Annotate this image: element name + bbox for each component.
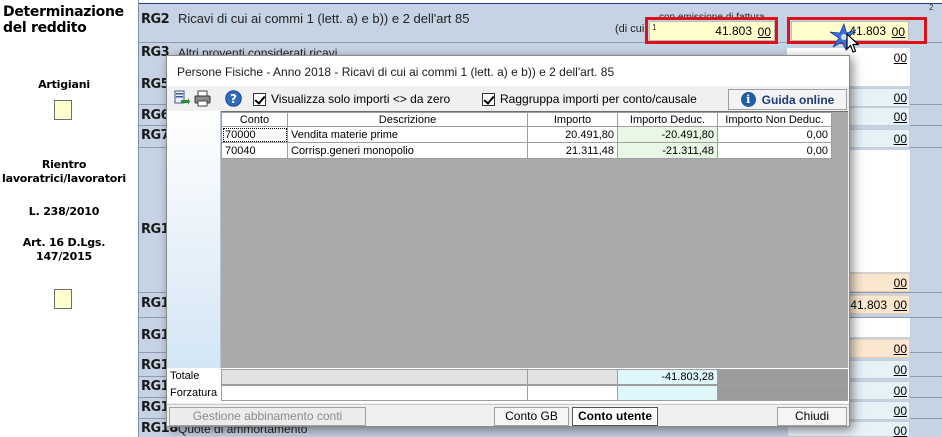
col-descrizione-header[interactable]: Descrizione [287, 112, 528, 127]
cell-importo-non-deduc[interactable]: 0,00 [717, 126, 832, 143]
checkbox-importi-wrap[interactable]: Visualizza solo importi <> da zero [253, 92, 450, 106]
totale-importo [527, 369, 618, 385]
forzatura-non-deduc [717, 385, 848, 401]
table-header-row: Conto Descrizione Importo Importo Deduc.… [221, 112, 832, 127]
conto-gb-button[interactable]: Conto GB [494, 407, 569, 426]
top-strip [139, 0, 942, 4]
rg18-decimals: 00 [893, 424, 907, 437]
art-line-1: Art. 16 D.Lgs. [22, 236, 106, 249]
section-title-line-2: del reddito [3, 20, 87, 36]
art-label: Art. 16 D.Lgs. 147/2015 [0, 236, 128, 264]
rg2-code: RG2 [141, 12, 170, 27]
cell-conto[interactable]: 70000 [221, 126, 288, 143]
left-panel: Determinazione del reddito Artigiani Rie… [0, 0, 138, 437]
rg7-code: RG7 [141, 128, 170, 143]
rientro-label: Rientro lavoratrici/lavoratori [0, 158, 128, 186]
totale-spacer [221, 369, 528, 385]
col-conto-header[interactable]: Conto [221, 112, 288, 127]
rg13-decimals: 00 [893, 342, 907, 356]
accounts-grid: Conto Descrizione Importo Importo Deduc.… [221, 111, 848, 371]
rientro-line-2: lavoratrici/lavoratori [2, 172, 126, 185]
rg12-value: 41.803 [850, 298, 887, 312]
svg-text:?: ? [230, 92, 237, 106]
totale-importo-deduc: -41.803,28 [617, 369, 718, 385]
rg2-description: Ricavi di cui ai commi 1 (lett. a) e b))… [178, 11, 470, 26]
help-icon[interactable]: ? [225, 90, 242, 107]
col-importo-deduc-header[interactable]: Importo Deduc. [617, 112, 718, 127]
checkbox-importi-label: Visualizza solo importi <> da zero [271, 92, 451, 106]
dialog-toolbar: ? Visualizza solo importi <> da zero Rag… [167, 87, 849, 111]
print-icon[interactable] [194, 90, 211, 107]
guida-online-label: Guida online [761, 92, 835, 107]
rientro-line-1: Rientro [41, 158, 87, 171]
table-row[interactable]: 70000 Vendita materie prime 20.491,80 -2… [221, 126, 832, 143]
dialog-titlebar: Persone Fisiche - Anno 2018 - Ricavi di … [167, 56, 849, 86]
detail-dialog: Persone Fisiche - Anno 2018 - Ricavi di … [166, 55, 850, 427]
table-row[interactable]: 70040 Corrisp.generi monopolio 21.311,48… [221, 142, 832, 159]
rg6-code: RG6 [141, 108, 170, 123]
cell-importo-deduc[interactable]: -21.311,48 [617, 142, 718, 159]
artigiani-checkbox[interactable] [54, 100, 72, 120]
col-importo-non-deduc-header[interactable]: Importo Non Deduc. [717, 112, 832, 127]
section-title: Determinazione del reddito [3, 4, 124, 36]
rientro-checkbox[interactable] [54, 289, 72, 309]
col-importo-header[interactable]: Importo [527, 112, 618, 127]
totale-label: Totale [170, 370, 200, 382]
cell-importo[interactable]: 20.491,80 [527, 126, 618, 143]
forzatura-label: Forzatura [170, 387, 218, 399]
accounts-table: Conto Descrizione Importo Importo Deduc.… [221, 112, 832, 159]
forzatura-importo-deduc[interactable] [617, 385, 718, 401]
conto-utente-button[interactable]: Conto utente [572, 407, 658, 426]
di-cui-label: (di cui [615, 23, 645, 35]
checkbox-raggruppa[interactable] [482, 92, 495, 106]
totale-non-deduc [717, 369, 848, 385]
checkbox-raggruppa-label: Raggruppa importi per conto/causale [500, 92, 697, 106]
cell-importo[interactable]: 21.311,48 [527, 142, 618, 159]
chiudi-button[interactable]: Chiudi [777, 407, 847, 426]
rg17-decimals: 00 [893, 404, 907, 418]
totals-area: Totale Forzatura -41.803,28 [167, 368, 849, 403]
gestione-abbinamento-button[interactable]: Gestione abbinamento conti [169, 407, 366, 426]
cell-conto[interactable]: 70040 [221, 142, 288, 159]
rg3-decimals: 00 [893, 51, 907, 65]
artigiani-label: Artigiani [38, 78, 90, 91]
rg5-code: RG5 [141, 77, 170, 92]
cell-importo-deduc[interactable]: -20.491,80 [617, 126, 718, 143]
forzatura-importo[interactable] [527, 385, 618, 401]
export-icon[interactable] [173, 90, 190, 107]
field2-index: 2 [929, 3, 934, 12]
section-title-line-1: Determinazione [3, 4, 124, 20]
art-line-2: 147/2015 [36, 250, 92, 263]
checkbox-importi[interactable] [253, 92, 266, 106]
rg16-decimals: 00 [893, 384, 907, 398]
dialog-title: Persone Fisiche - Anno 2018 - Ricavi di … [177, 65, 615, 79]
legge-label: L. 238/2010 [28, 205, 100, 218]
rg12-decimals: 00 [893, 298, 907, 312]
dialog-button-bar: Gestione abbinamento conti Conto GB Cont… [167, 404, 849, 426]
cell-descrizione[interactable]: Corrisp.generi monopolio [287, 142, 528, 159]
rg10-decimals: 00 [893, 276, 907, 290]
checkbox-raggruppa-wrap[interactable]: Raggruppa importi per conto/causale [482, 92, 697, 106]
forzatura-spacer [221, 385, 528, 401]
info-icon: i [740, 92, 756, 107]
mouse-cursor-icon [846, 33, 860, 53]
field1-highlight [645, 17, 778, 44]
side-strip [167, 111, 221, 371]
guida-online-button[interactable]: i Guida online [728, 89, 847, 110]
rg3-code: RG3 [141, 45, 170, 60]
rg6-decimals: 00 [893, 110, 907, 124]
rg7-decimals: 00 [893, 132, 907, 146]
rg5-decimals: 00 [893, 91, 907, 105]
cell-descrizione[interactable]: Vendita materie prime [287, 126, 528, 143]
rg15-decimals: 00 [893, 363, 907, 377]
cell-importo-non-deduc[interactable]: 0,00 [717, 142, 832, 159]
